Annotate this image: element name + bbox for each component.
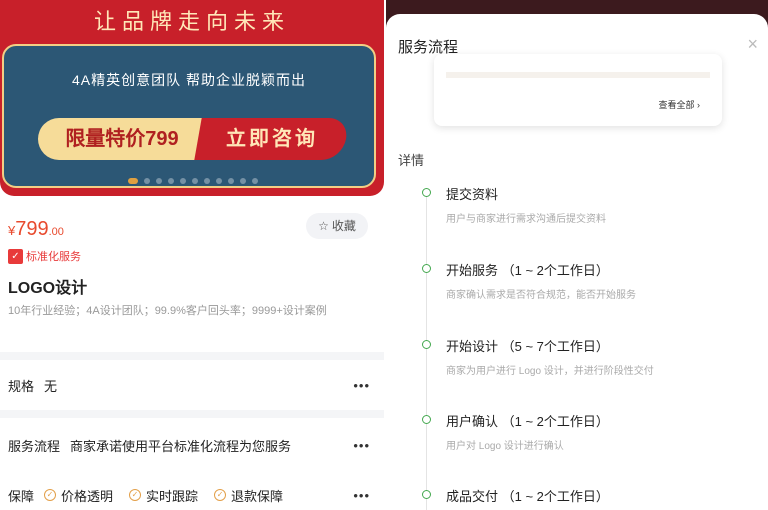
step-title: 开始设计 （5 ~ 7个工作日） [446,339,609,354]
guarantee-list: ✓ 价格透明 ✓ 实时跟踪 ✓ 退款保障 [44,486,283,505]
guarantee-text: 价格透明 [61,488,114,504]
banner-subtitle: 4A精英创意团队 帮助企业脱颖而出 [71,72,306,88]
timeline-node-icon [422,415,431,424]
guarantee-item: ✓ 退款保障 [214,486,283,505]
check-circle-icon: ✓ [129,489,142,501]
badge-label: 标准化服务 [26,251,81,263]
carousel-dot[interactable] [144,178,150,184]
detail-heading: 详情 [398,153,425,168]
divider [0,410,384,418]
divider [0,352,384,360]
view-all-link[interactable]: 查看全部 › [659,98,701,111]
step-title: 用户确认 （1 ~ 2个工作日） [446,414,609,429]
favorite-label: 收藏 [331,219,356,233]
guarantee-row[interactable]: 保障 ✓ 价格透明 ✓ 实时跟踪 ✓ 退款保障 ••• [8,480,370,510]
carousel-dot[interactable] [168,178,174,184]
step-desc: 用户与商家进行需求沟通后提交资料 [446,214,606,225]
step-title: 成品交付 （1 ~ 2个工作日） [446,489,609,504]
service-process-row[interactable]: 服务流程 商家承诺使用平台标准化流程为您服务 ••• [8,430,370,460]
timeline-node-icon [422,188,431,197]
step-desc: 商家确认需求是否符合规范，能否开始服务 [446,290,636,301]
promo-banner[interactable]: 让品牌走向未来 4A精英创意团队 帮助企业脱颖而出 限量特价799 立即咨询 [0,0,384,196]
check-circle-icon: ✓ [214,489,227,501]
carousel-indicator [128,178,258,184]
banner-card: 4A精英创意团队 帮助企业脱颖而出 限量特价799 立即咨询 [2,44,376,188]
consult-button-label: 立即咨询 [226,128,318,150]
banner-title: 让品牌走向未来 [93,9,290,34]
star-icon: ☆ [318,219,329,233]
product-title: LOGO设计 [8,280,88,297]
guarantee-label: 保障 [8,488,35,504]
guarantee-item: ✓ 价格透明 [44,486,113,505]
carousel-dot[interactable] [192,178,198,184]
carousel-dot[interactable] [216,178,222,184]
carousel-dot[interactable] [204,178,210,184]
process-label: 服务流程 [8,438,61,454]
carousel-dot[interactable] [156,178,162,184]
favorite-button[interactable]: ☆ 收藏 [306,213,368,239]
promo-pill[interactable]: 限量特价799 立即咨询 [38,118,350,160]
carousel-dot[interactable] [240,178,246,184]
shield-icon: ✓ [8,248,23,264]
more-icon[interactable]: ••• [353,438,370,453]
timeline-node-icon [422,490,431,499]
carousel-dot[interactable] [180,178,186,184]
step-title: 开始服务 （1 ~ 2个工作日） [446,263,609,278]
spec-row[interactable]: 规格 无 ••• [8,370,370,400]
product-description: 10年行业经验；4A设计团队；99.9%客户回头率；9999+设计案例 [8,305,327,317]
carousel-dot[interactable] [128,178,138,184]
price: ¥799.00 [8,218,64,241]
timeline-node-icon [422,264,431,273]
step-title: 提交资料 [446,187,499,202]
bottom-sheet: 服务流程 × 查看全部 › 详情 提交资料 用户与商家进行需求沟通后提交资料 开… [386,14,768,510]
spec-value: 无 [44,378,58,394]
timeline-node-icon [422,340,431,349]
guarantee-text: 退款保障 [231,488,284,504]
promo-price: 限量特价799 [38,118,206,160]
carousel-dot[interactable] [252,178,258,184]
price-integer: 799 [15,218,49,240]
guarantee-text: 实时跟踪 [146,488,199,504]
summary-card: 查看全部 › [434,54,722,126]
standard-service-badge: ✓ 标准化服务 [8,248,81,264]
more-icon[interactable]: ••• [353,378,370,393]
spec-label: 规格 [8,378,35,394]
step-desc: 用户对 Logo 设计进行确认 [446,441,564,452]
process-value: 商家承诺使用平台标准化流程为您服务 [70,438,292,454]
step-desc: 商家为用户进行 Logo 设计，并进行阶段性交付 [446,366,654,377]
check-circle-icon: ✓ [44,489,57,501]
guarantee-item: ✓ 实时跟踪 [129,486,198,505]
carousel-dot[interactable] [228,178,234,184]
close-icon[interactable]: × [747,34,758,55]
timeline-line [426,194,427,510]
product-detail-panel: 让品牌走向未来 4A精英创意团队 帮助企业脱颖而出 限量特价799 立即咨询 ¥… [0,0,384,510]
more-icon[interactable]: ••• [353,488,370,503]
consult-button[interactable]: 立即咨询 [194,118,350,160]
card-strip [446,72,710,78]
service-process-sheet-screen: 服务流程 × 查看全部 › 详情 提交资料 用户与商家进行需求沟通后提交资料 开… [386,0,768,510]
price-decimal: .00 [48,226,64,238]
